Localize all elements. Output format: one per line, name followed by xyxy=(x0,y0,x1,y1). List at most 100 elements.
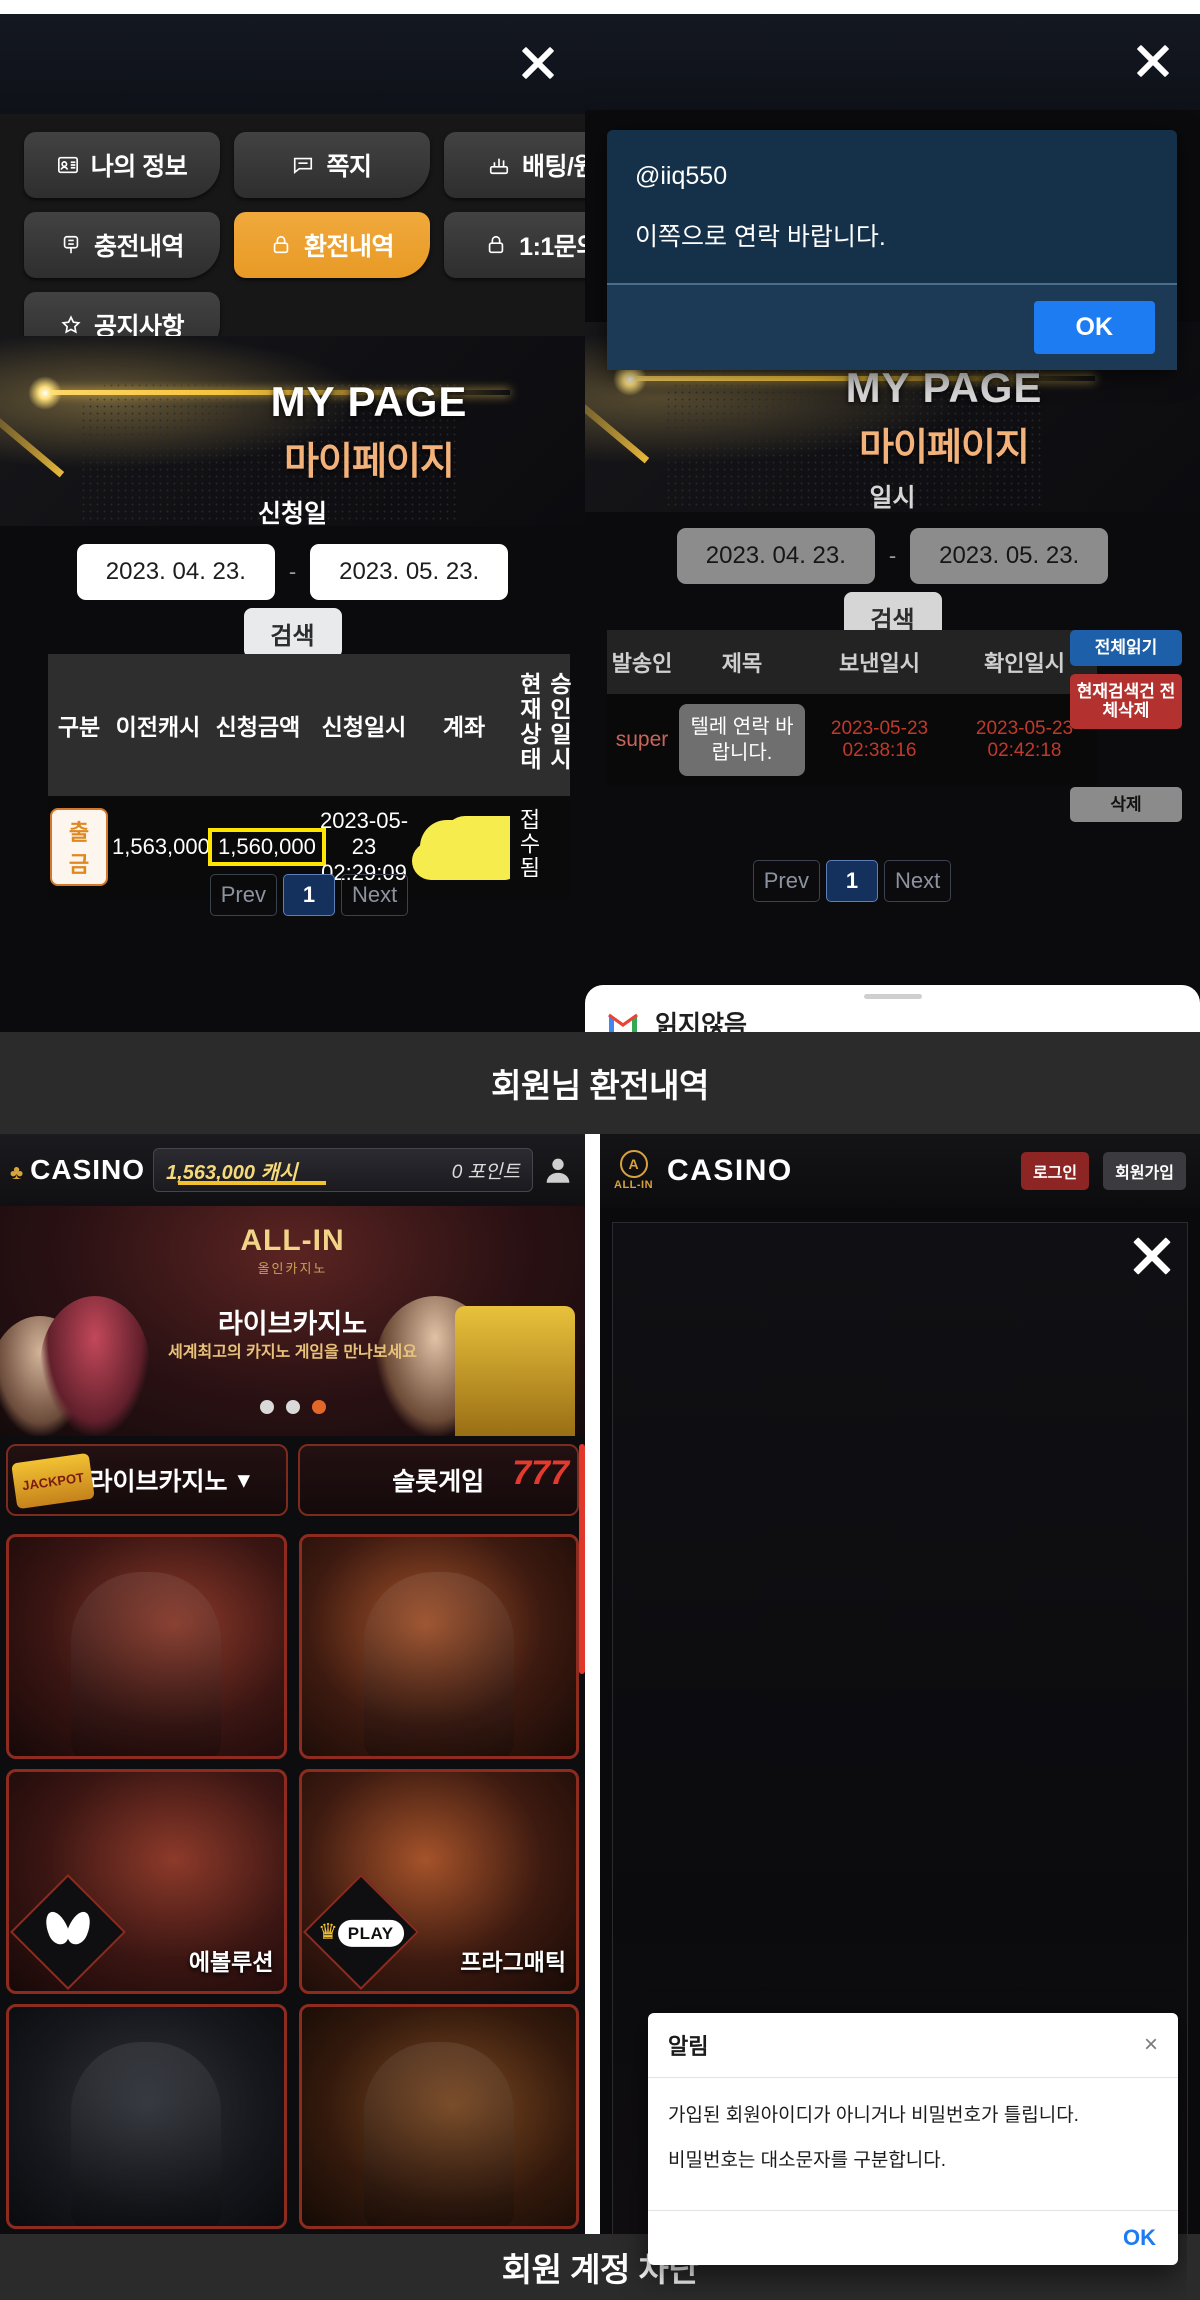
mypage-tab-row-1: 나의 정보 쪽지 배팅/원 xyxy=(24,132,585,198)
pagination-prev[interactable]: Prev xyxy=(209,874,277,916)
sidebar-item-withdraw-history[interactable]: 환전내역 xyxy=(234,212,430,278)
deposit-icon xyxy=(60,234,82,256)
category-slot-game[interactable]: 슬롯게임 777 xyxy=(297,1444,579,1516)
delete-all-searched-button[interactable]: 현재검색건 전체삭제 xyxy=(1070,673,1182,729)
dialog-line-1: 가입된 회원아이디가 아니거나 비밀번호가 틀립니다. xyxy=(668,2105,1079,2126)
table-row[interactable]: super 텔레 연락 바랍니다. 2023-05-23 02:38:16 20… xyxy=(607,694,1097,786)
carousel-dot-2[interactable] xyxy=(285,1400,300,1414)
category-live-casino[interactable]: JACKPOT 라이브카지노 ▾ xyxy=(6,1444,288,1516)
lock-icon xyxy=(485,234,507,256)
dialog-handle-text: @iiq550 xyxy=(635,162,728,190)
tab-label: 나의 정보 xyxy=(90,153,188,181)
col-requested-at: 신청일시 xyxy=(310,654,418,796)
sidebar-item-inquiry[interactable]: 1:1문의 xyxy=(444,212,585,278)
sidebar-item-my-info[interactable]: 나의 정보 xyxy=(24,132,220,198)
tab-label: 배팅/원 xyxy=(522,153,585,181)
close-icon[interactable]: × xyxy=(1144,2033,1158,2057)
message-search-area: 일시 2023. 04. 23. - 2023. 05. 23. 검색 xyxy=(585,478,1200,642)
allin-logo[interactable]: A ALL-IN xyxy=(614,1150,653,1192)
id-card-icon xyxy=(57,154,79,176)
caption-bar-1: 회원님 환전내역 xyxy=(0,1032,1200,1134)
date-range-dash: - xyxy=(288,559,297,584)
topbar-join-button[interactable]: 회원가입 xyxy=(1103,1152,1186,1190)
pagination-page-1[interactable]: 1 xyxy=(826,860,878,902)
casino-logo[interactable]: ♣ CASINO xyxy=(10,1154,145,1186)
provider-label: 에볼루션 xyxy=(188,1949,274,1975)
col-account: 계좌 xyxy=(418,654,510,796)
category-label: 라이브카지노 xyxy=(89,1468,228,1496)
pagination-next[interactable]: Next xyxy=(341,874,409,916)
message-subject-chip[interactable]: 텔레 연락 바랍니다. xyxy=(679,704,805,776)
banner-brand: ALL-IN 올인카지노 xyxy=(240,1224,344,1277)
pagination-page-1[interactable]: 1 xyxy=(283,874,335,916)
close-icon[interactable] xyxy=(1131,1235,1173,1277)
promo-banner[interactable]: ALL-IN 올인카지노 라이브카지노 세계최고의 카지노 게임을 만나보세요 xyxy=(0,1206,585,1436)
tab-label: 쪽지 xyxy=(326,153,372,181)
wallet-bar[interactable]: 1,563,000 캐시 0 포인트 xyxy=(153,1148,533,1192)
user-icon[interactable] xyxy=(541,1153,575,1187)
search-date-label: 신청일 xyxy=(257,500,327,528)
casino-title: CASINO xyxy=(667,1154,793,1187)
delete-row-button[interactable]: 삭제 xyxy=(1070,786,1182,823)
game-card[interactable] xyxy=(6,1534,287,1759)
carousel-dot-3[interactable] xyxy=(311,1400,326,1414)
date-range-row: 2023. 04. 23. - 2023. 05. 23. xyxy=(585,528,1200,584)
sidebar-item-betting[interactable]: 배팅/원 xyxy=(444,132,585,198)
login-top-bar: A ALL-IN CASINO 로그인 회원가입 xyxy=(600,1134,1200,1208)
category-label: 슬롯게임 xyxy=(392,1468,485,1496)
date-from-input[interactable]: 2023. 04. 23. xyxy=(676,528,875,584)
gmail-bottom-sheet[interactable]: 읽지않음 xyxy=(585,985,1200,1032)
date-range-row: 2023. 04. 23. - 2023. 05. 23. xyxy=(0,544,585,600)
allin-ring-icon: A xyxy=(619,1150,648,1179)
message-action-buttons: 전체읽기 현재검색건 전체삭제 삭제 xyxy=(1070,630,1182,830)
provider-card-evolution[interactable]: 에볼루션 xyxy=(6,1769,287,1994)
close-icon[interactable] xyxy=(517,42,559,84)
dialog-ok-button[interactable]: OK xyxy=(1123,2225,1156,2251)
col-amount: 신청금액 xyxy=(206,654,310,796)
date-from-input[interactable]: 2023. 04. 23. xyxy=(76,544,275,600)
casino-app-panel: ♣CASINO 1,563,000 캐시 0 포인트 ALL-IN 올인카지노 xyxy=(0,1134,585,2300)
dialog-title: 알림 xyxy=(668,2034,709,2059)
club-icon: ♣ xyxy=(10,1162,25,1184)
page-title-en: MY PAGE xyxy=(845,364,1043,411)
carousel-dot-1[interactable] xyxy=(259,1400,274,1414)
gmail-icon xyxy=(607,1011,639,1032)
screenshot-canvas: 나의 정보 쪽지 배팅/원 충전내역 환전내역 1:1문 공지사항 MY PAG… xyxy=(0,0,1200,2300)
mypage-tab-nav: 나의 정보 쪽지 배팅/원 충전내역 환전내역 1:1문 공지사항 xyxy=(0,114,585,358)
mypage-withdraw-panel: 나의 정보 쪽지 배팅/원 충전내역 환전내역 1:1문 공지사항 MY PAG… xyxy=(0,14,585,1032)
wallet-underline xyxy=(178,1181,327,1185)
date-to-input[interactable]: 2023. 05. 23. xyxy=(310,544,509,600)
provider-card-pragmatic[interactable]: ♛ PLAY 프라그매틱 xyxy=(298,1769,579,1994)
col-prev-cash: 이전캐시 xyxy=(110,654,206,796)
game-card[interactable] xyxy=(298,1534,579,1759)
pagination-prev[interactable]: Prev xyxy=(752,860,820,902)
topbar-login-button[interactable]: 로그인 xyxy=(1020,1152,1090,1190)
date-to-input[interactable]: 2023. 05. 23. xyxy=(910,528,1109,584)
category-row: JACKPOT 라이브카지노 ▾ 슬롯게임 777 xyxy=(0,1444,585,1524)
casino-login-panel: A ALL-IN CASINO 로그인 회원가입 • • • • • • • •… xyxy=(600,1134,1200,2300)
login-modal: • • • • • • • • • • • • • • • • 로그인 회원가입… xyxy=(612,1222,1188,2300)
game-card[interactable] xyxy=(6,2004,287,2229)
withdraw-history-table: 구분 이전캐시 신청금액 신청일시 계좌 현재상태 승인일시 출금 1,563,… xyxy=(48,654,572,898)
banner-line-1: 라이브카지노 xyxy=(217,1309,368,1339)
search-button[interactable]: 검색 xyxy=(243,608,342,658)
dialog-line-2: 비밀번호는 대소문자를 구분합니다. xyxy=(668,2150,947,2171)
mark-all-read-button[interactable]: 전체읽기 xyxy=(1070,630,1182,666)
banner-brand-sub: 올인카지노 xyxy=(257,1261,328,1276)
pagination: Prev 1 Next xyxy=(48,874,570,916)
close-icon[interactable] xyxy=(1132,40,1174,82)
dialog-body-text: 이쪽으로 연락 바랍니다. xyxy=(635,223,886,251)
dialog-ok-button[interactable]: OK xyxy=(1033,301,1155,354)
page-title: MY PAGE 마이페이지 xyxy=(209,378,529,485)
pragmatic-play-icon: ♛ PLAY xyxy=(302,1874,419,1990)
seven-icon: 777 xyxy=(512,1454,569,1492)
carousel-dots[interactable] xyxy=(259,1400,326,1414)
gmail-sheet-row[interactable]: 읽지않음 xyxy=(585,999,1200,1032)
pagination-next[interactable]: Next xyxy=(884,860,952,902)
sidebar-item-deposit-history[interactable]: 충전내역 xyxy=(24,212,220,278)
browser-chrome-strip xyxy=(585,0,1200,14)
sidebar-item-message[interactable]: 쪽지 xyxy=(234,132,430,198)
game-card[interactable] xyxy=(298,2004,579,2229)
chevron-down-icon: ▾ xyxy=(237,1466,251,1494)
dialog-footer: OK xyxy=(648,2210,1178,2265)
